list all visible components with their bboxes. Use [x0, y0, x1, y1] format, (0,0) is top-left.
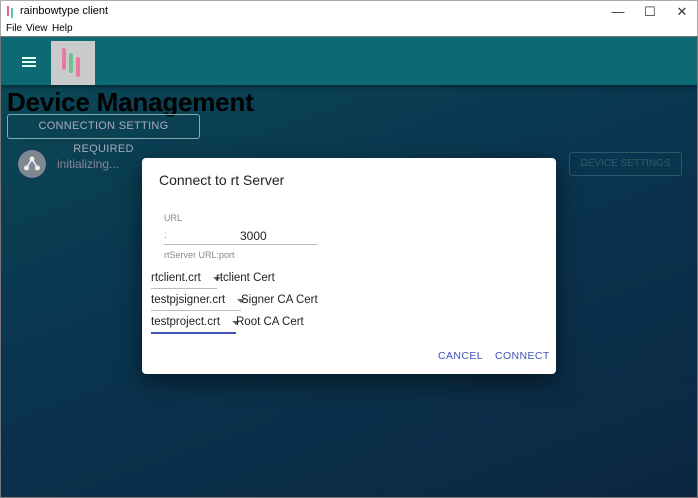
hamburger-icon[interactable] — [22, 57, 36, 67]
connect-dialog: Connect to rt Server URL : 3000 rtServer… — [142, 158, 556, 374]
client-cert-select[interactable]: rtclient.crt — [151, 270, 221, 289]
device-avatar — [18, 150, 46, 178]
signer-cert-value: testpjsigner.crt — [151, 294, 226, 306]
device-status-text: initializing... — [57, 157, 120, 171]
dialog-title: Connect to rt Server — [159, 172, 285, 188]
url-helper-text: rtServer URL:port — [164, 250, 235, 260]
window-title: rainbowtype client — [20, 5, 109, 17]
menu-file[interactable]: File — [6, 23, 22, 34]
connection-setting-button[interactable]: CONNECTION SETTING REQUIRED — [7, 114, 200, 155]
menu-view[interactable]: View — [26, 23, 48, 34]
rainbowtype-logo-icon — [51, 41, 95, 85]
client-cert-label: rtclient Cert — [216, 272, 275, 284]
url-field-prefix: : — [164, 230, 167, 241]
select-underline — [151, 310, 241, 311]
cancel-button[interactable]: CANCEL — [438, 350, 483, 362]
connect-button[interactable]: CONNECT — [495, 350, 550, 362]
select-underline-focused — [151, 332, 236, 334]
root-cert-label: Root CA Cert — [236, 316, 304, 328]
root-cert-select[interactable]: testproject.crt — [151, 314, 241, 334]
close-button[interactable]: ✕ — [666, 1, 698, 23]
url-field-label: URL — [164, 213, 183, 223]
menu-help[interactable]: Help — [52, 23, 73, 34]
signer-cert-select[interactable]: testpjsigner.crt — [151, 292, 245, 311]
device-settings-button[interactable]: DEVICE SETTINGS — [569, 152, 682, 176]
menu-bar: File View Help — [0, 22, 698, 36]
url-input[interactable]: 3000 — [240, 229, 267, 243]
minimize-button[interactable]: — — [602, 1, 634, 23]
window-titlebar: rainbowtype client — ☐ ✕ — [0, 0, 698, 22]
url-input-underline — [164, 244, 318, 245]
device-network-icon — [24, 156, 40, 171]
app-bar — [1, 37, 697, 85]
client-cert-value: rtclient.crt — [151, 272, 201, 284]
select-underline — [151, 288, 217, 289]
app-icon — [7, 6, 15, 18]
maximize-button[interactable]: ☐ — [634, 1, 666, 23]
signer-cert-label: Signer CA Cert — [241, 294, 318, 306]
root-cert-value: testproject.crt — [151, 316, 221, 328]
